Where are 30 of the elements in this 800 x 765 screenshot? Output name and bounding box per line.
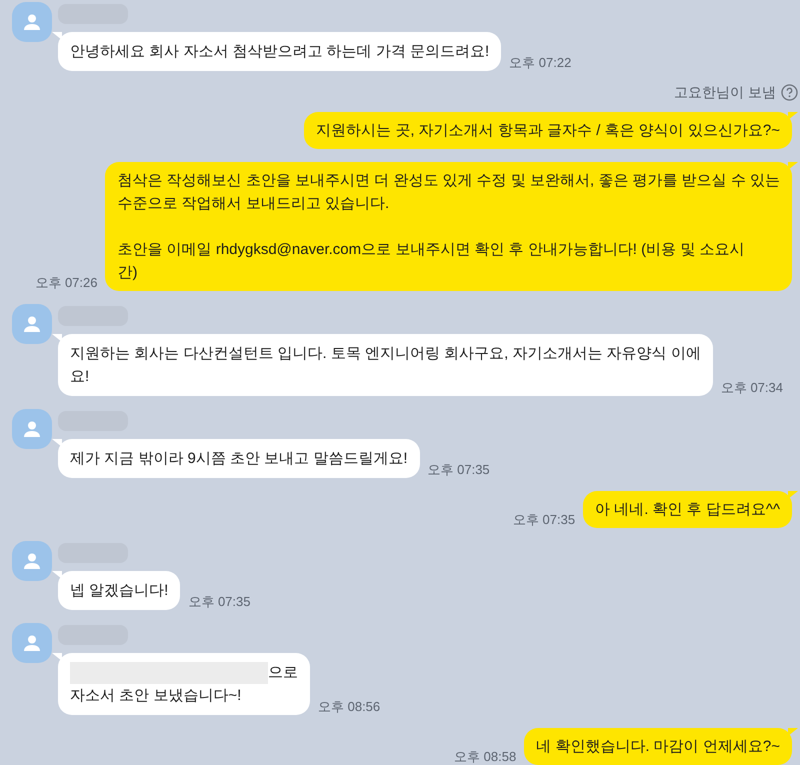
message-text: 자소서 초안 보냈습니다~! bbox=[70, 686, 242, 706]
message-text: 아 네네. 확인 후 답드려요^^ bbox=[595, 500, 780, 520]
message-text: 으로 bbox=[268, 663, 298, 683]
message-time: 오후 08:56 bbox=[318, 700, 380, 713]
person-icon bbox=[23, 634, 41, 652]
message-text: 첨삭은 작성해보신 초안을 보내주시면 더 완성도 있게 수정 및 보완해서, 좋은 평가를 받으실 수 있는 수준으로 작업해서 보내드리고 있습니다. 초안을 이메일 rhdygksd@naver.com으로 보내주시면 확인 후 안내가능합니다! (비용 및 소요시 간) bbox=[117, 171, 780, 283]
person-icon bbox=[23, 315, 41, 333]
message-time: 오후 07:35 bbox=[188, 595, 250, 608]
message-time: 오후 07:22 bbox=[509, 56, 572, 69]
help-icon[interactable] bbox=[781, 84, 798, 101]
person-icon bbox=[23, 13, 41, 31]
avatar[interactable] bbox=[12, 623, 52, 663]
message-text: 제가 지금 밖이라 9시쯤 초안 보내고 말씀드릴게요! bbox=[70, 449, 408, 469]
message-time: 오후 07:35 bbox=[428, 463, 490, 476]
person-icon bbox=[23, 420, 41, 438]
avatar[interactable] bbox=[12, 409, 52, 449]
person-icon bbox=[23, 552, 41, 570]
avatar[interactable] bbox=[12, 2, 52, 42]
message-text: 지원하시는 곳, 자기소개서 항목과 글자수 / 혹은 양식이 있으신가요?~ bbox=[316, 121, 780, 141]
message-time: 오후 07:35 bbox=[512, 513, 576, 526]
sender-note: 고요한님이 보냄 bbox=[674, 83, 776, 102]
avatar[interactable] bbox=[12, 304, 52, 344]
message-text: 넵 알겠습니다! bbox=[70, 581, 168, 601]
avatar[interactable] bbox=[12, 541, 52, 581]
message-time: 오후 07:34 bbox=[720, 381, 783, 394]
message-time: 오후 07:26 bbox=[35, 276, 98, 289]
message-text: 지원하는 회사는 다산컨설턴트 입니다. 토목 엔지니어링 회사구요, 자기소개서는 자유양식 이에 요! bbox=[70, 344, 701, 387]
message-text: 네 확인했습니다. 마감이 언제세요?~ bbox=[536, 737, 780, 757]
message-text: 안녕하세요 회사 자소서 첨삭받으려고 하는데 가격 문의드려요! bbox=[70, 42, 490, 62]
message-time: 오후 08:58 bbox=[454, 750, 516, 763]
